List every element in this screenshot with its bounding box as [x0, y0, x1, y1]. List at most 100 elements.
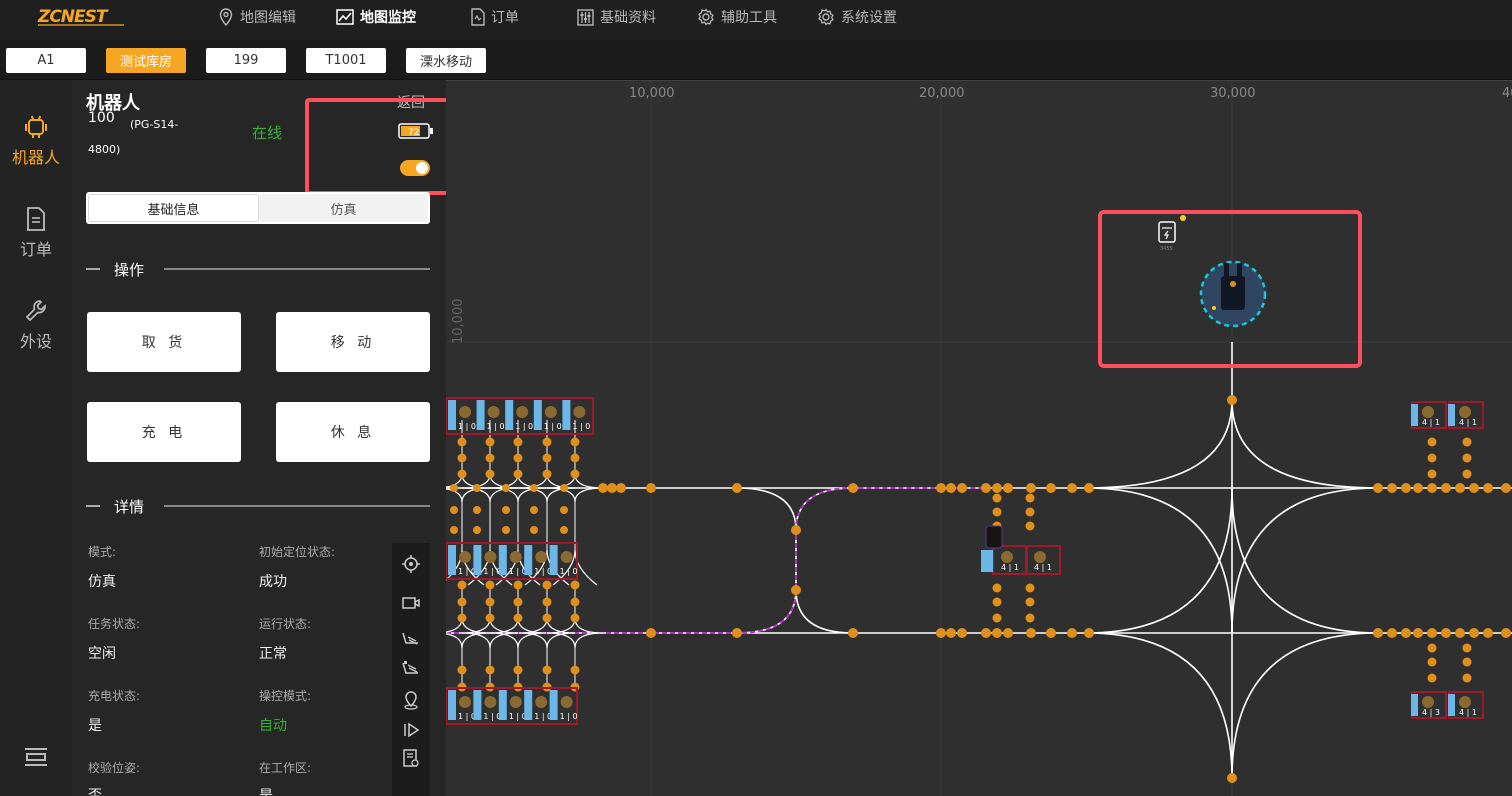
path-node — [1462, 657, 1472, 667]
play-step-icon[interactable] — [401, 720, 421, 740]
forklift-down-icon[interactable] — [401, 659, 421, 679]
map-drawing[interactable]: 10,000 20,000 30,000 40,000 10,000 — [446, 80, 1512, 796]
path-node — [513, 437, 523, 447]
charge-button[interactable]: 充 电 — [87, 402, 241, 462]
path-node — [530, 526, 538, 534]
lane-node — [992, 483, 1002, 493]
shelf-marker — [1422, 406, 1434, 418]
path-node — [1025, 613, 1035, 623]
path-node — [1427, 643, 1437, 653]
path-node — [992, 507, 1002, 517]
path-node — [542, 613, 552, 623]
path-node — [513, 469, 523, 479]
path-node — [1025, 583, 1035, 593]
path-node — [513, 597, 523, 607]
rail-item-peripherals-label: 外设 — [19, 332, 52, 351]
document-icon — [471, 8, 485, 26]
robot-marker-secondary[interactable] — [981, 525, 1003, 572]
lane-node — [1067, 628, 1077, 638]
camera-icon[interactable] — [401, 593, 421, 613]
map-grid — [446, 80, 1512, 796]
path-nodes — [450, 395, 1511, 783]
lane-node — [1026, 628, 1036, 638]
path-node — [560, 484, 568, 492]
path-node — [542, 580, 552, 590]
locate-icon[interactable] — [401, 554, 421, 574]
path-node — [542, 453, 552, 463]
detail-value-verify-pose: 否 — [88, 788, 102, 796]
app-window: ZCNEST 地图编辑 地图监控 订单 基础资料 辅助工具 系统设置 A1 测试… — [0, 0, 1512, 796]
lane-node — [1455, 483, 1465, 493]
path-node — [542, 665, 552, 675]
map-canvas[interactable]: 10,000 20,000 30,000 40,000 10,000 — [446, 80, 1512, 796]
rest-button[interactable]: 休 息 — [276, 402, 430, 462]
lane-node — [1441, 628, 1451, 638]
nav-map-edit[interactable]: 地图编辑 — [218, 0, 296, 34]
shelf-slot — [524, 690, 533, 720]
cell-label: 1 | 0 — [560, 712, 578, 721]
path-node — [560, 526, 568, 534]
move-button[interactable]: 移 动 — [276, 312, 430, 372]
path-node — [570, 437, 580, 447]
shelf-marker — [1459, 406, 1471, 418]
sliders-icon — [577, 8, 594, 26]
rail-item-peripherals[interactable]: 外设 — [0, 298, 72, 352]
nav-system-settings[interactable]: 系统设置 — [817, 0, 897, 34]
shelf-marker — [535, 551, 548, 563]
path-node — [570, 665, 580, 675]
nav-map-edit-label: 地图编辑 — [240, 10, 296, 26]
gear-icon — [698, 8, 714, 26]
shelf-marker — [484, 551, 497, 563]
path-node — [485, 665, 495, 675]
location-chip[interactable]: 溧水移动 — [406, 48, 486, 73]
lane-node — [1469, 628, 1479, 638]
lane-node — [1373, 483, 1383, 493]
nav-base-data[interactable]: 基础资料 — [577, 0, 656, 34]
report-icon[interactable] — [401, 748, 421, 768]
path-node — [513, 613, 523, 623]
rail-item-robot[interactable]: 机器人 — [0, 114, 72, 168]
path-node — [473, 526, 481, 534]
charging-station[interactable]: 3455 — [1158, 215, 1186, 252]
lane-node — [1003, 483, 1013, 493]
location-pin-icon[interactable] — [401, 690, 421, 710]
nav-map-monitor[interactable]: 地图监控 — [336, 0, 416, 34]
path-node — [502, 526, 510, 534]
task-chip[interactable]: T1001 — [306, 48, 386, 73]
area-chip[interactable]: A1 — [6, 48, 86, 73]
warehouse-chip[interactable]: 测试库房 — [106, 48, 186, 73]
cell-label: 4 | 1 — [1459, 418, 1477, 427]
nav-orders[interactable]: 订单 — [470, 0, 519, 34]
lane-node — [732, 483, 742, 493]
path-node — [473, 484, 481, 492]
collapse-button[interactable] — [0, 746, 72, 772]
lane-node — [1067, 483, 1077, 493]
pickup-button[interactable]: 取 货 — [87, 312, 241, 372]
path-node — [485, 613, 495, 623]
robot-marker-main[interactable] — [1199, 260, 1267, 328]
tab-simulation[interactable]: 仿真 — [259, 194, 428, 222]
path-node — [457, 453, 467, 463]
shelf-marker — [573, 406, 586, 418]
cell-label: 1 | 0 — [534, 712, 552, 721]
rack-curve — [546, 632, 604, 649]
lane-node — [981, 483, 991, 493]
number-chip[interactable]: 199 — [206, 48, 286, 73]
tab-basic-info[interactable]: 基础信息 — [88, 194, 259, 222]
path-node — [513, 453, 523, 463]
detail-value-control-mode: 自动 — [259, 718, 287, 734]
lane-node — [1227, 773, 1237, 783]
nav-aux-tools[interactable]: 辅助工具 — [697, 0, 777, 34]
lane-node — [1084, 483, 1094, 493]
shelf-marker — [487, 406, 500, 418]
lane-node — [607, 483, 617, 493]
cell-label: 1 | 0 — [572, 422, 590, 431]
brand-logo[interactable]: ZCNEST — [34, 4, 130, 30]
path-node — [502, 484, 510, 492]
lane-node — [1387, 628, 1397, 638]
shelf-slot — [498, 545, 507, 575]
forklift-up-icon[interactable] — [401, 629, 421, 649]
shelf-marker — [560, 551, 573, 563]
shelf-marker — [516, 406, 529, 418]
rail-item-orders[interactable]: 订单 — [0, 206, 72, 260]
